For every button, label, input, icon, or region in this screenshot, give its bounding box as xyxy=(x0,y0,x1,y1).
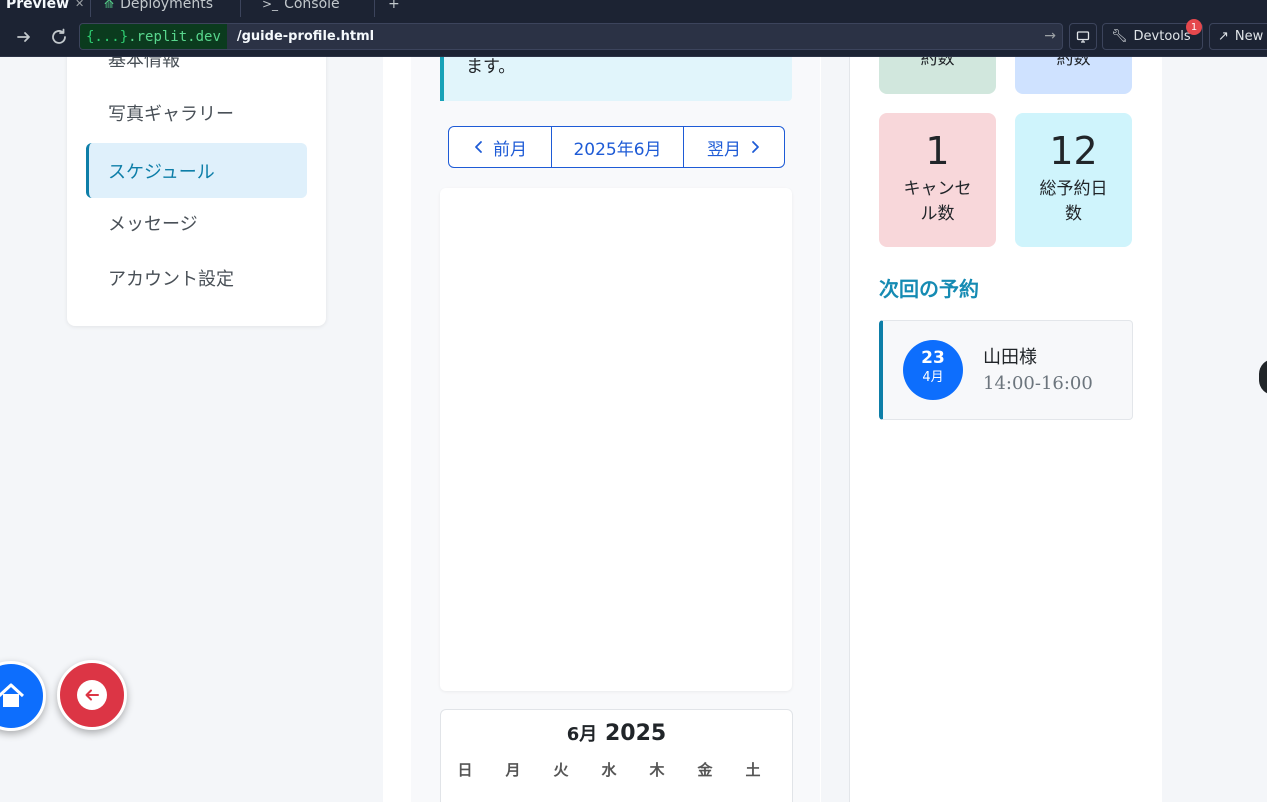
tab-divider xyxy=(90,0,91,17)
external-link-icon: ↗ xyxy=(1218,29,1229,44)
sidebar-item-schedule[interactable]: スケジュール xyxy=(86,143,307,198)
sidebar-item-photo-gallery[interactable]: 写真ギャラリー xyxy=(86,85,307,140)
tab-console-label: Console xyxy=(284,0,340,12)
weekday-label: 金 xyxy=(697,761,713,779)
stat-label: 約数 xyxy=(920,57,955,69)
tab-deployments-label: Deployments xyxy=(120,0,213,12)
weekday-label: 水 xyxy=(601,761,617,779)
url-domain-suffix: .replit.dev xyxy=(128,28,221,45)
weekday-label: 月 xyxy=(505,761,521,779)
url-bar[interactable]: {...} .replit.dev /guide-profile.html → xyxy=(79,23,1063,50)
stat-card-total-days: 12 総予約日数 xyxy=(1015,113,1132,247)
sidebar-item-messages[interactable]: メッセージ xyxy=(86,195,307,250)
url-path: /guide-profile.html xyxy=(236,29,375,44)
device-preview-button[interactable] xyxy=(1069,23,1097,50)
weekday-label: 土 xyxy=(745,761,761,779)
reload-button[interactable] xyxy=(47,25,71,49)
wrench-icon: 🔧︎ xyxy=(1111,29,1128,44)
prev-month-button[interactable]: 前月 xyxy=(449,127,551,167)
next-month-button[interactable]: 翌月 xyxy=(683,127,784,167)
stat-label: 総予約日数 xyxy=(1039,179,1108,224)
sidebar-item-basic-info[interactable]: 基本情報 xyxy=(86,57,307,86)
plus-icon: + xyxy=(388,0,400,12)
stat-label: キャンセル数 xyxy=(903,179,972,224)
forward-button[interactable] xyxy=(12,25,36,49)
next-reservation-title: 次回の予約 xyxy=(879,277,979,301)
back-button[interactable] xyxy=(57,660,127,730)
browser-tabstrip: Preview ✕ ⟰ Deployments >_ Console + xyxy=(0,0,1267,17)
sidebar-item-label: メッセージ xyxy=(108,213,198,235)
tab-divider xyxy=(240,0,241,17)
sidebar-item-account-settings[interactable]: アカウント設定 xyxy=(86,250,307,305)
chevron-left-icon xyxy=(475,141,482,153)
stat-value: 1 xyxy=(925,129,950,173)
stat-card-reservations: 約数 xyxy=(879,57,996,94)
sidebar-item-label: スケジュール xyxy=(108,161,215,183)
sidebar-item-label: 写真ギャラリー xyxy=(108,103,234,125)
browser-toolbar: {...} .replit.dev /guide-profile.html → 🔧… xyxy=(0,17,1267,57)
reservation-month: 4月 xyxy=(922,370,944,385)
page-content: 基本情報 写真ギャラリー スケジュール メッセージ アカウント設定 ます。 前月… xyxy=(0,57,1267,802)
tab-deployments[interactable]: ⟰ Deployments xyxy=(104,0,213,17)
weekday-label: 日 xyxy=(457,761,473,779)
arrow-right-icon xyxy=(17,32,30,42)
weekday-label: 火 xyxy=(553,761,569,779)
reservation-time: 14:00-16:00 xyxy=(983,373,1093,394)
monitor-icon xyxy=(1076,30,1090,43)
reservation-day: 23 xyxy=(921,348,945,368)
stat-card-cancellations: 1 キャンセル数 xyxy=(879,113,996,247)
devtools-badge: 1 xyxy=(1186,19,1202,35)
deployments-icon: ⟰ xyxy=(104,0,115,11)
floating-edge-button[interactable] xyxy=(1259,359,1267,395)
weekday-header: 日 月 火 水 木 金 土 xyxy=(441,759,792,779)
stat-card-reservations-alt: 約数 xyxy=(1015,57,1132,94)
current-month-label: 2025年6月 xyxy=(573,139,662,160)
sidebar-item-label: アカウント設定 xyxy=(108,268,234,290)
tab-preview-label: Preview xyxy=(6,0,70,12)
mini-calendar: 6月 2025 日 月 火 水 木 金 土 xyxy=(440,709,793,802)
month-navigation: 前月 2025年6月 翌月 xyxy=(448,126,785,168)
devtools-label: Devtools xyxy=(1133,29,1191,44)
reload-icon xyxy=(52,28,66,44)
home-icon xyxy=(0,683,25,707)
arrow-left-icon xyxy=(85,689,99,701)
devtools-button[interactable]: 🔧︎ Devtools 1 xyxy=(1102,19,1203,50)
weekday-label: 木 xyxy=(649,761,665,779)
close-icon[interactable]: ✕ xyxy=(75,0,84,10)
back-icon-circle xyxy=(77,680,107,710)
new-tab-open-button[interactable]: ↗ New xyxy=(1209,23,1267,50)
new-tab-label: New xyxy=(1234,29,1264,44)
next-month-label: 翌月 xyxy=(707,139,741,160)
current-month-button[interactable]: 2025年6月 xyxy=(551,127,683,167)
terminal-icon: >_ xyxy=(262,0,279,11)
new-tab-button[interactable]: + xyxy=(388,0,400,17)
sidebar: 基本情報 写真ギャラリー スケジュール メッセージ アカウント設定 xyxy=(67,57,326,326)
info-alert: ます。 xyxy=(440,57,792,101)
next-reservation-card[interactable]: 23 4月 山田様 14:00-16:00 xyxy=(879,320,1133,420)
mini-calendar-month: 6月 xyxy=(566,724,598,745)
chevron-right-icon xyxy=(752,141,759,153)
tab-preview[interactable]: Preview ✕ xyxy=(6,0,84,17)
tab-console[interactable]: >_ Console xyxy=(262,0,340,17)
calendar-area xyxy=(440,188,792,691)
home-button[interactable] xyxy=(0,661,46,731)
stat-value: 12 xyxy=(1049,129,1098,173)
go-arrow-icon[interactable]: → xyxy=(1044,28,1056,44)
stat-label: 約数 xyxy=(1056,57,1091,69)
url-domain-prefix: {...} xyxy=(86,28,129,45)
mini-calendar-title: 6月 2025 xyxy=(441,720,792,746)
url-domain: {...} .replit.dev xyxy=(80,24,227,49)
reservation-date-badge: 23 4月 xyxy=(903,340,963,400)
info-alert-text: ます。 xyxy=(466,57,516,77)
tab-divider xyxy=(374,0,375,17)
sidebar-item-label: 基本情報 xyxy=(108,57,180,71)
mini-calendar-year: 2025 xyxy=(604,721,667,746)
reservation-name: 山田様 xyxy=(983,347,1037,368)
prev-month-label: 前月 xyxy=(493,139,527,160)
